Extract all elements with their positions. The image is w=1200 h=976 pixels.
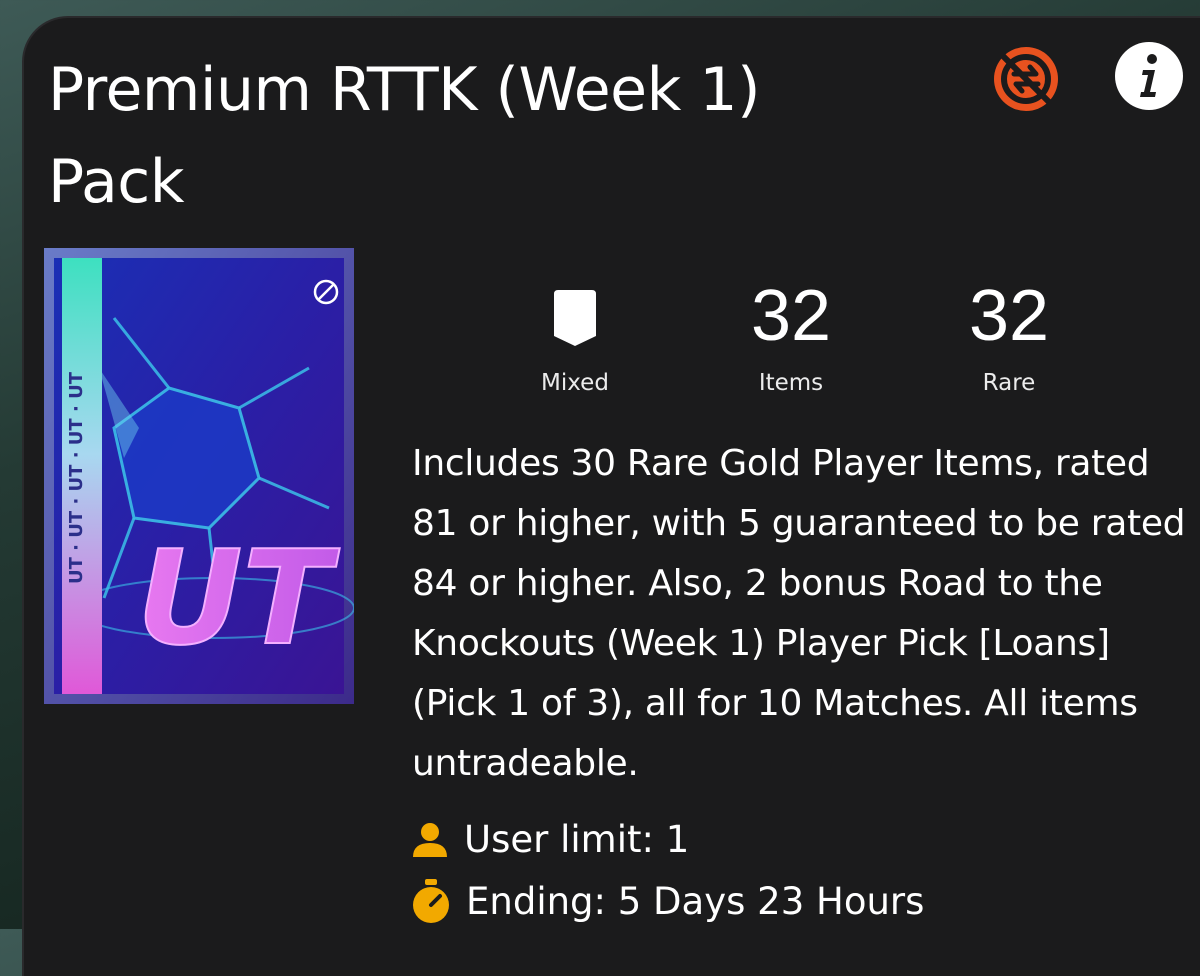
stat-label: Rare — [982, 370, 1036, 396]
pack-ut-logo: UT — [137, 522, 341, 674]
pack-description: Includes 30 Rare Gold Player Items, rate… — [412, 443, 1186, 784]
no-transfer-icon[interactable] — [990, 43, 1062, 115]
stat-value: 32 — [968, 276, 1050, 356]
user-icon — [413, 822, 447, 857]
user-limit-text: User limit: 1 — [464, 818, 690, 861]
stat-mixed: Mixed — [490, 278, 660, 396]
pack-title: Premium RTTK (Week 1) Pack — [48, 55, 761, 217]
stat-rare: 32 Rare — [924, 278, 1094, 396]
user-limit-row: User limit: 1 — [410, 818, 689, 861]
ending-text: Ending: 5 Days 23 Hours — [466, 879, 925, 923]
info-icon[interactable] — [1113, 40, 1185, 112]
pack-stats: Mixed 32 Items 32 Rare — [500, 278, 1120, 408]
stat-value: 32 — [750, 276, 832, 356]
shield-icon — [554, 290, 596, 346]
pack-side-stripe-text: UT · UT · UT · UT · UT — [66, 371, 87, 584]
pack-artwork: UT · UT · UT · UT · UT UT — [44, 248, 354, 704]
stat-label: Mixed — [541, 370, 609, 396]
ending-row: Ending: 5 Days 23 Hours — [410, 878, 924, 924]
stopwatch-icon — [413, 879, 449, 923]
stat-items: 32 Items — [706, 278, 876, 396]
stat-label: Items — [758, 370, 824, 396]
